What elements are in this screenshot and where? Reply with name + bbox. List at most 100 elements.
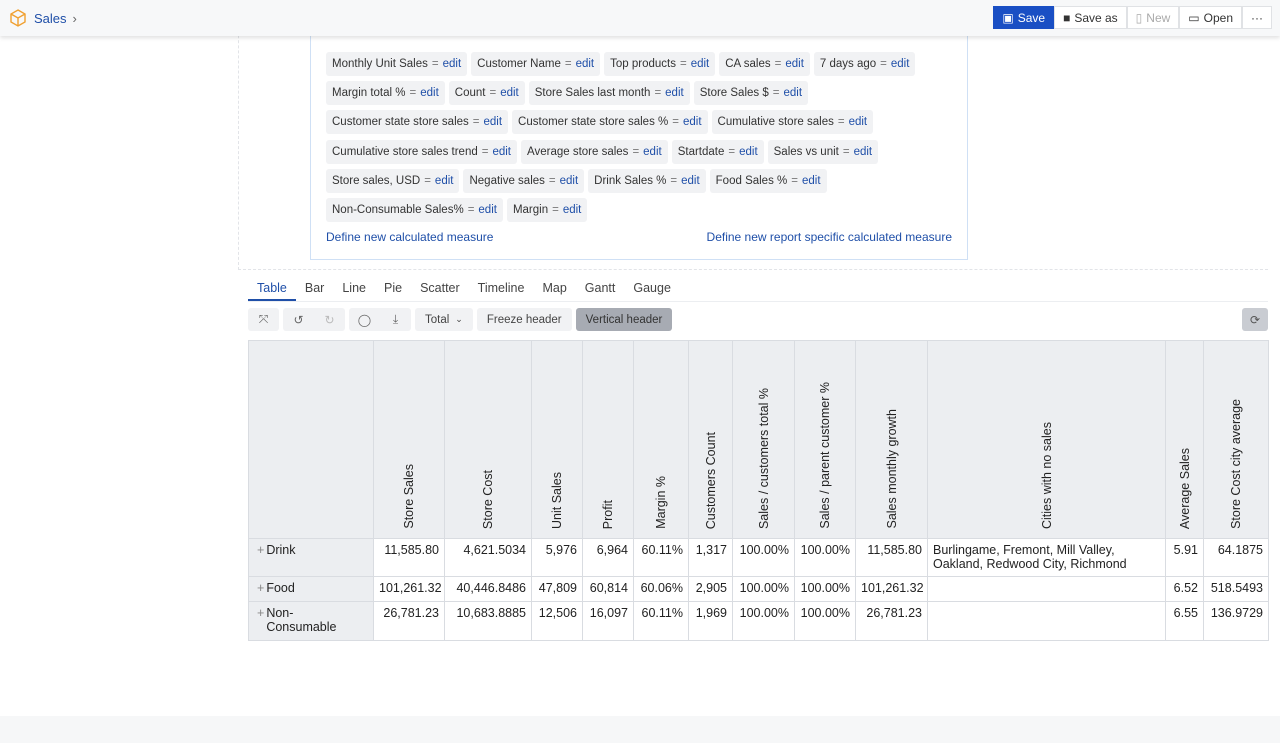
edit-link[interactable]: edit [563,204,582,216]
edit-link[interactable]: edit [420,87,439,99]
refresh-icon[interactable]: ⟳ [1242,308,1268,331]
measure-chip[interactable]: Customer state store sales = edit [326,110,509,134]
measure-chip[interactable]: Negative sales = edit [463,169,585,193]
tab-table[interactable]: Table [248,278,296,301]
column-header[interactable]: Margin % [633,340,689,539]
measure-chip[interactable]: 7 days ago = edit [813,52,916,76]
measure-chip[interactable]: Margin = edit [506,198,588,222]
comment-icon[interactable]: ◯ [349,308,380,331]
measure-chip[interactable]: Cumulative store sales = edit [711,110,874,134]
edit-link[interactable]: edit [891,58,910,70]
tab-timeline[interactable]: Timeline [469,278,534,301]
edit-link[interactable]: edit [783,87,802,99]
edit-link[interactable]: edit [500,87,519,99]
measure-chip[interactable]: Drink Sales % = edit [588,169,706,193]
measure-chip[interactable]: Average store sales = edit [521,140,668,164]
expand-plus-icon[interactable]: + [257,581,264,595]
breadcrumb[interactable]: Sales › [8,8,77,28]
measure-chip[interactable]: Cumulative store sales trend = edit [326,140,517,164]
measure-chip[interactable]: Monthly Unit Sales = edit [326,52,468,76]
edit-link[interactable]: edit [739,146,758,158]
define-report-measure-link[interactable]: Define new report specific calculated me… [707,230,952,244]
table-cell: 6.52 [1165,576,1204,602]
edit-link[interactable]: edit [665,87,684,99]
expand-plus-icon[interactable]: + [257,606,264,620]
edit-link[interactable]: edit [854,146,873,158]
edit-link[interactable]: edit [484,116,503,128]
edit-link[interactable]: edit [691,58,710,70]
measure-name: Count [454,87,486,99]
download-icon[interactable]: ⤓ [380,308,411,331]
column-header[interactable]: Sales / parent customer % [794,340,856,539]
column-header[interactable]: Store Cost city average [1203,340,1269,539]
expand-plus-icon[interactable]: + [257,543,264,557]
edit-link[interactable]: edit [560,175,579,187]
new-button[interactable]: ▯ New [1126,6,1180,29]
freeze-header-button[interactable]: Freeze header [476,308,572,331]
column-header[interactable]: Profit [582,340,634,539]
column-header[interactable]: Unit Sales [531,340,583,539]
edit-link[interactable]: edit [681,175,700,187]
edit-link[interactable]: edit [683,116,702,128]
row-header[interactable]: + Non-Consumable [248,601,374,641]
tab-gauge[interactable]: Gauge [624,278,680,301]
measure-chip[interactable]: Food Sales % = edit [709,169,827,193]
edit-link[interactable]: edit [492,146,511,158]
fullscreen-icon[interactable]: ⤧ [248,308,279,331]
edit-link[interactable]: edit [849,116,868,128]
tab-gantt[interactable]: Gantt [576,278,625,301]
save-button[interactable]: ▣ Save [993,6,1055,29]
measure-chip[interactable]: Margin total % = edit [326,81,445,105]
measure-chip[interactable]: Store Sales last month = edit [528,81,690,105]
report-title[interactable]: Sales [34,11,67,26]
edit-link[interactable]: edit [576,58,595,70]
define-new-measure-link[interactable]: Define new calculated measure [326,230,493,244]
vertical-header-button[interactable]: Vertical header [575,308,673,331]
tab-bar[interactable]: Bar [296,278,333,301]
row-header[interactable]: + Food [248,576,374,602]
edit-link[interactable]: edit [802,175,821,187]
measure-chip[interactable]: Sales vs unit = edit [767,140,879,164]
calculated-measures-panel: Cities with no sales=editAverage Sales=e… [310,12,968,260]
column-header[interactable]: Sales monthly growth [855,340,928,539]
edit-link[interactable]: edit [435,175,454,187]
measure-chip[interactable]: Top products = edit [604,52,716,76]
edit-link[interactable]: edit [478,204,497,216]
measure-chip[interactable]: CA sales = edit [719,52,810,76]
measure-chip[interactable]: Store Sales $ = edit [693,81,809,105]
save-as-button[interactable]: ■ Save as [1054,6,1127,29]
open-button[interactable]: ▭ Open [1179,6,1242,29]
row-header[interactable]: + Drink [248,538,374,577]
tab-scatter[interactable]: Scatter [411,278,469,301]
table-cell: 2,905 [688,576,733,602]
column-header[interactable]: Sales / customers total % [732,340,795,539]
edit-link[interactable]: edit [785,58,804,70]
measure-chip[interactable]: Customer Name = edit [471,52,601,76]
table-row: + Drink 11,585.80 4,621.5034 5,976 6,964 60.11… [248,538,1269,577]
measure-chip[interactable]: Store sales, USD = edit [326,169,460,193]
column-header[interactable]: Average Sales [1165,340,1204,539]
column-header[interactable]: Store Sales [373,340,445,539]
edit-link[interactable]: edit [643,146,662,158]
edit-link[interactable]: edit [443,58,462,70]
measure-chip[interactable]: Non-Consumable Sales% = edit [326,198,503,222]
measure-chip[interactable]: Startdate = edit [671,140,764,164]
column-header[interactable]: Cities with no sales [927,340,1166,539]
table-cell: 101,261.32 [373,576,445,602]
equals-sign: = [467,204,475,216]
more-button[interactable]: ··· [1242,6,1272,29]
tab-line[interactable]: Line [333,278,375,301]
column-header-label: Margin % [654,476,668,529]
column-header[interactable]: Customers Count [688,340,733,539]
tab-map[interactable]: Map [533,278,575,301]
measure-chip[interactable]: Customer state store sales % = edit [512,110,708,134]
total-dropdown[interactable]: Total ⌄ [415,308,473,331]
tab-pie[interactable]: Pie [375,278,411,301]
redo-icon[interactable]: ↻ [314,308,345,331]
undo-icon[interactable]: ↺ [283,308,314,331]
measure-chip[interactable]: Count = edit [448,81,525,105]
column-header[interactable]: Store Cost [444,340,532,539]
column-header-label: Average Sales [1177,447,1192,529]
equals-sign: = [489,87,497,99]
column-header-label: Cities with no sales [1039,422,1054,529]
